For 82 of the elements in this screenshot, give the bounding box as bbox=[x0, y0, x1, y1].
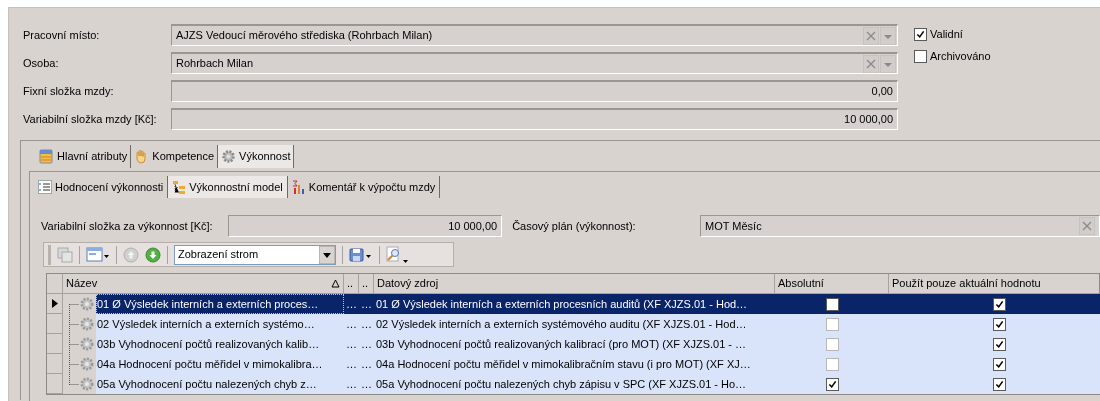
gear-icon bbox=[79, 376, 95, 392]
table-cell[interactable]: 02 Výsledek interních a externích systémového auditu (XF XJZS.01 - Hod… bbox=[374, 314, 775, 334]
down-icon[interactable] bbox=[145, 246, 161, 263]
checkbox[interactable] bbox=[825, 357, 839, 371]
tab[interactable]: Výkonnost bbox=[218, 145, 295, 168]
table-cell[interactable]: … bbox=[359, 314, 374, 334]
table-cell[interactable]: 01 Ø Výsledek interních a externích proces… bbox=[96, 294, 344, 314]
input-field[interactable]: MOT Měsíc bbox=[700, 215, 1100, 237]
table-cell[interactable]: … bbox=[359, 374, 374, 394]
table-cell[interactable]: 04a Hodnocení počtu měřidel v mimokalibra… bbox=[96, 354, 344, 374]
tab[interactable]: Hodnocení výkonnosti bbox=[34, 176, 169, 198]
checkbox[interactable] bbox=[992, 317, 1006, 331]
table-cell[interactable]: 03b Vyhodnocení počtů realizovaných kalibrací (pro MOT) (XF XJZS.01 - … bbox=[374, 334, 775, 354]
field-label: Pracovní místo: bbox=[23, 27, 101, 43]
layout-icon[interactable] bbox=[86, 246, 110, 263]
numbered-list-icon bbox=[38, 179, 52, 195]
gear-icon bbox=[221, 149, 237, 164]
list-icon bbox=[39, 149, 54, 164]
table-cell[interactable]: … bbox=[359, 334, 374, 354]
table-cell[interactable]: … bbox=[359, 354, 374, 374]
table-cell[interactable]: 04a Hodnocení počtu měřidel v mimokalibračním stavu (i pro MOT) (XF XJ… bbox=[374, 354, 775, 374]
table-cell[interactable]: 05a Vyhodnocení počtu nalezených chyb zápisu v SPC (XF XJZS.01 - Ho… bbox=[374, 374, 775, 394]
input-field[interactable]: AJZS Vedoucí měrového střediska (Rohrbach Milan) bbox=[171, 24, 898, 46]
field-label: Fixní složka mzdy: bbox=[23, 83, 115, 99]
tree-line bbox=[69, 334, 79, 354]
tab[interactable]: Hlavní atributy bbox=[36, 145, 132, 168]
column-header[interactable]: Datový zdroj bbox=[374, 274, 775, 293]
table-cell[interactable]: … bbox=[344, 334, 359, 354]
table-cell[interactable]: 03b Vyhodnocení počtů realizovaných kalib… bbox=[96, 334, 344, 354]
field-label: Časový plán (výkonnost): bbox=[511, 218, 637, 234]
column-header[interactable]: Absolutní bbox=[775, 274, 889, 293]
input-field[interactable]: Rohrbach Milan bbox=[171, 52, 898, 74]
checkbox[interactable] bbox=[825, 317, 839, 331]
checkbox[interactable] bbox=[914, 49, 927, 63]
table-cell[interactable]: … bbox=[344, 314, 359, 334]
dropdown-icon[interactable] bbox=[880, 54, 896, 73]
table-cell[interactable]: … bbox=[344, 354, 359, 374]
table-cell[interactable]: 02 Výsledek interních a externích systémo… bbox=[96, 314, 344, 334]
row-header[interactable] bbox=[47, 294, 63, 314]
input-field[interactable]: 10 000,00 bbox=[171, 108, 898, 130]
checkbox[interactable] bbox=[992, 377, 1006, 391]
field-label: Variabilní složka mzdy [Kč]: bbox=[23, 111, 158, 127]
pointer-icon bbox=[51, 299, 58, 308]
checkbox-label: Archivováno bbox=[930, 48, 991, 64]
clear-icon[interactable] bbox=[863, 26, 879, 45]
tab[interactable]: Komentář k výpočtu mzdy bbox=[287, 176, 441, 198]
table-cell[interactable]: 01 Ø Výsledek interních a externích procesních auditů (XF XJZS.01 - Hod… bbox=[374, 294, 775, 314]
checkbox-label: Validní bbox=[930, 26, 963, 42]
checkbox[interactable] bbox=[825, 337, 839, 351]
checkbox[interactable] bbox=[914, 27, 927, 41]
view-select[interactable]: Zobrazení strom bbox=[174, 244, 336, 265]
search-icon[interactable] bbox=[386, 245, 410, 264]
table-cell[interactable]: 05a Vyhodnocení počtu nalezených chyb z… bbox=[96, 374, 344, 394]
column-header[interactable]: .. bbox=[344, 274, 359, 293]
clear-icon[interactable] bbox=[863, 54, 879, 73]
clear-icon[interactable] bbox=[1079, 217, 1095, 235]
column-header[interactable]: .. bbox=[359, 274, 374, 293]
dropdown-icon bbox=[319, 245, 335, 264]
sort-icon bbox=[331, 279, 340, 288]
table-cell[interactable]: … bbox=[344, 294, 359, 314]
checkbox[interactable] bbox=[992, 297, 1006, 311]
input-field[interactable]: 0,00 bbox=[171, 80, 898, 102]
table-cell[interactable]: … bbox=[344, 374, 359, 394]
checkbox[interactable] bbox=[992, 337, 1006, 351]
table-cell[interactable]: … bbox=[359, 294, 374, 314]
dropdown-icon[interactable] bbox=[880, 26, 896, 45]
field-label: Osoba: bbox=[23, 55, 60, 71]
checkbox[interactable] bbox=[825, 297, 839, 311]
save-icon[interactable] bbox=[349, 246, 373, 263]
gear-icon bbox=[79, 296, 95, 312]
input-field[interactable]: 10 000,00 bbox=[227, 215, 503, 237]
tab[interactable]: Výkonnostní model bbox=[168, 176, 288, 198]
gear-icon bbox=[79, 316, 95, 332]
gear-icon bbox=[79, 356, 95, 372]
column-header[interactable]: Použít pouze aktuální hodnotu bbox=[889, 274, 1100, 293]
checkbox[interactable] bbox=[992, 357, 1006, 371]
gear-icon bbox=[79, 336, 95, 352]
field-label: Variabilní složka za výkonnost [Kč]: bbox=[41, 218, 214, 234]
column-header[interactable]: Název bbox=[63, 274, 344, 293]
checkbox[interactable] bbox=[825, 377, 839, 391]
tree-icon bbox=[172, 179, 187, 195]
bar-chart-icon bbox=[291, 179, 306, 195]
